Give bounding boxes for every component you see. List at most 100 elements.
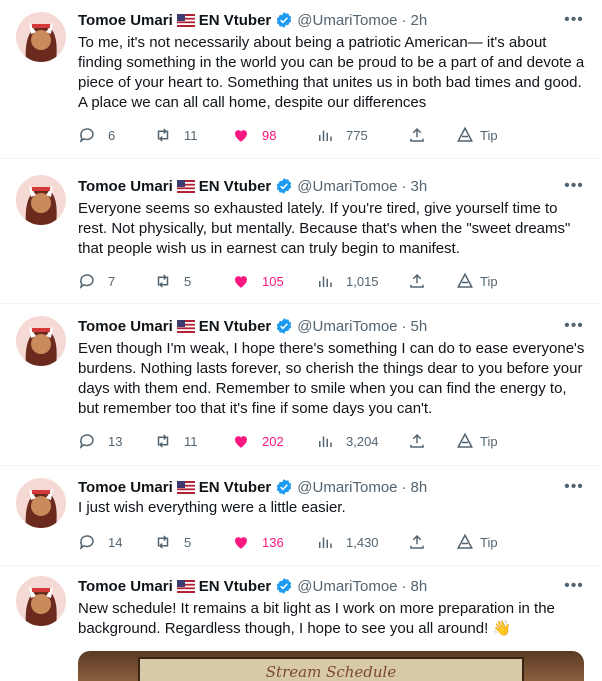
more-icon[interactable]: ••• — [564, 176, 584, 196]
action-bar: 7 5 105 1,015 Tip — [78, 271, 518, 291]
retweet-button[interactable]: 5 — [154, 532, 191, 552]
tweet[interactable]: Tomoe Umari EN Vtuber @UmariTomoe · 2h •… — [0, 0, 600, 159]
like-button[interactable]: 105 — [232, 271, 284, 291]
views-button[interactable]: 3,204 — [316, 431, 379, 451]
share-icon — [410, 534, 424, 549]
us-flag-icon — [176, 319, 195, 333]
retweet-icon — [157, 535, 169, 549]
reply-button[interactable]: 7 — [78, 271, 115, 291]
handle[interactable]: @UmariTomoe — [297, 12, 397, 29]
avatar[interactable] — [16, 478, 66, 528]
share-icon — [410, 127, 424, 142]
tweet-header: Tomoe Umari EN Vtuber @UmariTomoe · 8h •… — [78, 477, 584, 497]
tip-icon — [457, 432, 473, 448]
tip-button[interactable]: Tip — [456, 532, 498, 552]
views-icon — [319, 276, 332, 287]
handle[interactable]: @UmariTomoe — [297, 578, 397, 595]
reply-count: 14 — [108, 534, 123, 550]
handle[interactable]: @UmariTomoe — [297, 479, 397, 496]
display-name-suffix[interactable]: EN Vtuber — [199, 578, 272, 595]
handle[interactable]: @UmariTomoe — [297, 178, 397, 195]
like-count: 136 — [262, 534, 284, 550]
share-icon — [410, 273, 424, 288]
display-name[interactable]: Tomoe Umari — [78, 12, 173, 29]
tweet-text: I just wish everything were a little eas… — [78, 499, 346, 516]
like-count: 98 — [262, 127, 277, 143]
timestamp[interactable]: 3h — [411, 178, 428, 195]
retweet-button[interactable]: 11 — [154, 431, 198, 451]
views-button[interactable]: 1,430 — [316, 532, 379, 552]
separator-dot: · — [401, 577, 407, 595]
display-name[interactable]: Tomoe Umari — [78, 178, 173, 195]
reply-button[interactable]: 6 — [78, 125, 115, 145]
more-icon[interactable]: ••• — [564, 316, 584, 336]
separator-dot: · — [401, 11, 407, 29]
us-flag-icon — [176, 179, 195, 193]
tip-button[interactable]: Tip — [456, 271, 498, 291]
timestamp[interactable]: 2h — [411, 12, 428, 29]
share-button[interactable] — [408, 271, 426, 291]
timestamp[interactable]: 8h — [411, 479, 428, 496]
retweet-icon — [157, 274, 169, 288]
avatar[interactable] — [16, 12, 66, 62]
retweet-button[interactable]: 5 — [154, 271, 191, 291]
tip-icon — [457, 533, 473, 549]
tip-label: Tip — [480, 127, 498, 143]
display-name[interactable]: Tomoe Umari — [78, 318, 173, 335]
views-button[interactable]: 1,015 — [316, 271, 379, 291]
tip-button[interactable]: Tip — [456, 431, 498, 451]
heart-icon — [235, 537, 247, 549]
reply-button[interactable]: 14 — [78, 532, 122, 552]
tweet[interactable]: Tomoe Umari EN Vtuber @UmariTomoe · 5h •… — [0, 304, 600, 466]
more-icon[interactable]: ••• — [564, 477, 584, 497]
tip-icon — [457, 126, 473, 142]
separator-dot: · — [401, 317, 407, 335]
views-icon — [319, 130, 332, 141]
avatar[interactable] — [16, 316, 66, 366]
display-name-suffix[interactable]: EN Vtuber — [199, 318, 272, 335]
more-icon[interactable]: ••• — [564, 576, 584, 596]
heart-icon — [235, 276, 247, 288]
heart-icon — [235, 130, 247, 142]
heart-icon — [235, 436, 247, 448]
reply-icon — [79, 274, 94, 289]
like-count: 202 — [262, 433, 284, 449]
display-name[interactable]: Tomoe Umari — [78, 479, 173, 496]
handle[interactable]: @UmariTomoe — [297, 318, 397, 335]
display-name-suffix[interactable]: EN Vtuber — [199, 178, 272, 195]
verified-icon — [277, 578, 292, 594]
schedule-banner-title: Stream Schedule — [265, 663, 397, 681]
separator-dot: · — [401, 177, 407, 195]
display-name-suffix[interactable]: EN Vtuber — [199, 479, 272, 496]
avatar[interactable] — [16, 175, 66, 225]
tweet[interactable]: Tomoe Umari EN Vtuber @UmariTomoe · 3h •… — [0, 159, 600, 304]
display-name[interactable]: Tomoe Umari — [78, 578, 173, 595]
display-name-suffix[interactable]: EN Vtuber — [199, 12, 272, 29]
tweet-header: Tomoe Umari EN Vtuber @UmariTomoe · 2h •… — [78, 10, 584, 30]
views-icon — [319, 537, 332, 548]
timestamp[interactable]: 5h — [411, 318, 428, 335]
share-icon — [410, 433, 424, 448]
reply-icon — [79, 434, 94, 449]
action-bar: 14 5 136 1,430 Tip — [78, 532, 518, 552]
tweet-media-image[interactable]: Stream Schedule — [78, 651, 584, 681]
share-button[interactable] — [408, 125, 426, 145]
tip-label: Tip — [480, 433, 498, 449]
reply-button[interactable]: 13 — [78, 431, 122, 451]
timestamp[interactable]: 8h — [411, 578, 428, 595]
like-button[interactable]: 98 — [232, 125, 276, 145]
more-icon[interactable]: ••• — [564, 10, 584, 30]
like-button[interactable]: 202 — [232, 431, 284, 451]
tweet[interactable]: Tomoe Umari EN Vtuber @UmariTomoe · 8h •… — [0, 466, 600, 566]
like-button[interactable]: 136 — [232, 532, 284, 552]
us-flag-icon — [176, 13, 195, 27]
share-button[interactable] — [408, 431, 426, 451]
retweet-button[interactable]: 11 — [154, 125, 198, 145]
reply-count: 7 — [108, 273, 116, 289]
verified-icon — [277, 479, 292, 495]
action-bar: 6 11 98 775 Tip — [78, 125, 518, 145]
views-button[interactable]: 775 — [316, 125, 368, 145]
avatar[interactable] — [16, 576, 66, 626]
tip-button[interactable]: Tip — [456, 125, 498, 145]
share-button[interactable] — [408, 532, 426, 552]
